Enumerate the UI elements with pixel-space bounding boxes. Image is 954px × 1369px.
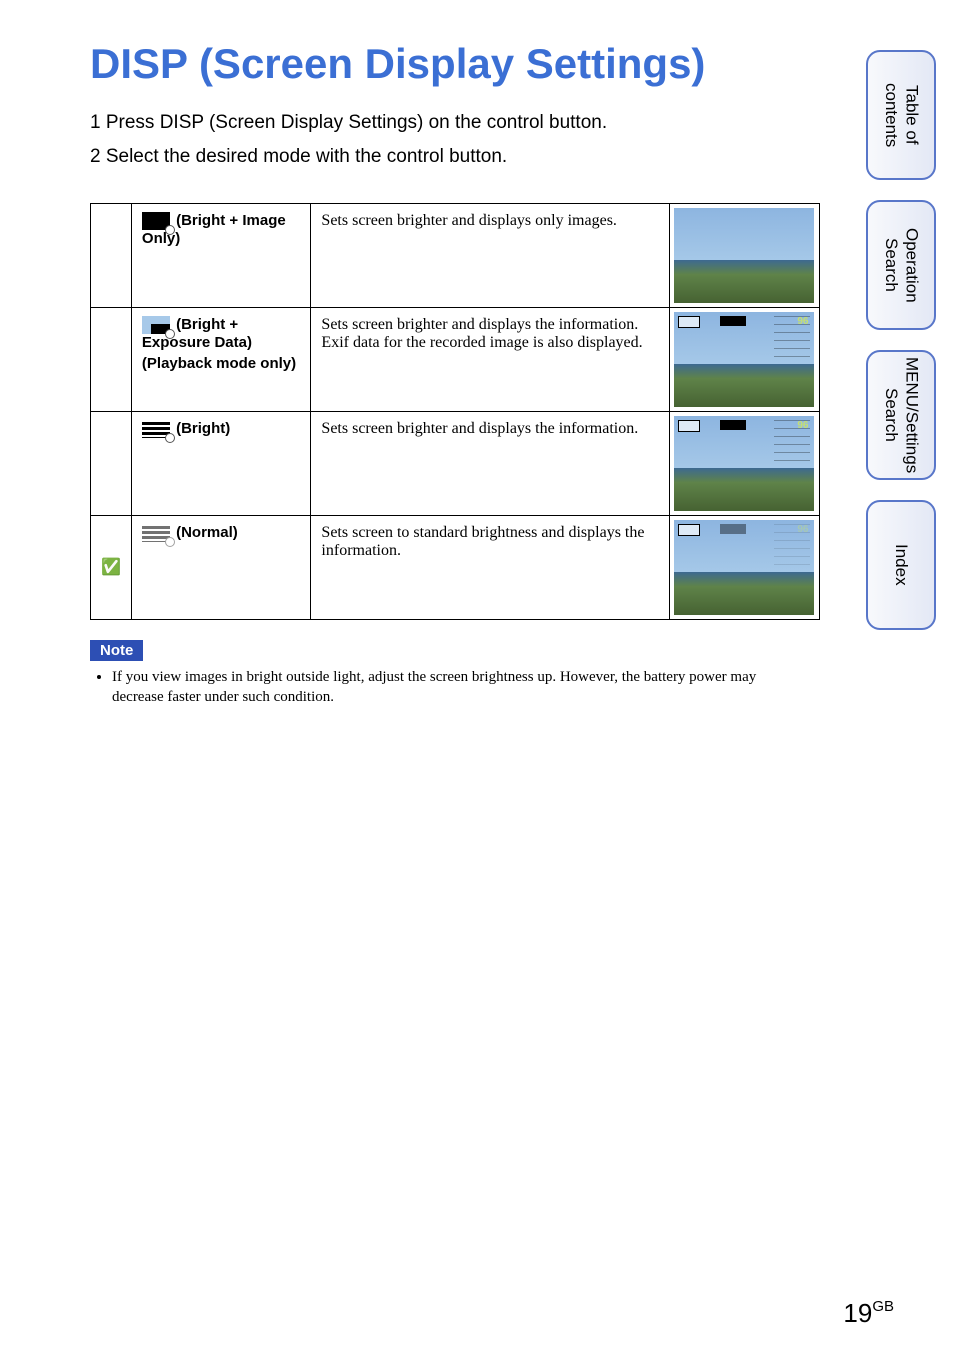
preview-thumbnail: 96 (674, 520, 814, 615)
mode-label-cell: (Normal) (131, 515, 311, 619)
preview-thumbnail: 96 (674, 312, 814, 407)
note-body: If you view images in bright outside lig… (94, 667, 805, 708)
display-settings-table: (Bright + Image Only) Sets screen bright… (90, 203, 820, 620)
tab-label: Table of contents (881, 52, 922, 178)
overlay-counter: 96 (797, 420, 808, 431)
mode-preview-cell: 96 (669, 411, 819, 515)
page-number-value: 19 (843, 1298, 872, 1328)
side-navigation: Table of contents Operation Search MENU/… (866, 50, 936, 650)
mode-description: Sets screen brighter and displays only i… (311, 203, 670, 307)
default-indicator-cell (91, 307, 132, 411)
mode-description: Sets screen to standard brightness and d… (311, 515, 670, 619)
tab-label: Index (891, 544, 911, 586)
page-title: DISP (Screen Display Settings) (90, 40, 805, 88)
table-row: (Bright) Sets screen brighter and displa… (91, 411, 820, 515)
preview-thumbnail (674, 208, 814, 303)
table-row: ✅ (Normal) Sets screen to standard brigh… (91, 515, 820, 619)
tab-label: Operation Search (881, 202, 922, 328)
mode-label-sub: (Playback mode only) (142, 355, 301, 372)
tab-menu-settings-search[interactable]: MENU/Settings Search (866, 350, 936, 480)
mode-label: (Bright) (176, 420, 230, 437)
mode-icon-normal (142, 524, 170, 542)
mode-label: (Normal) (176, 524, 238, 541)
tab-operation-search[interactable]: Operation Search (866, 200, 936, 330)
page-number-suffix: GB (872, 1298, 894, 1315)
step-1: 1 Press DISP (Screen Display Settings) o… (90, 108, 805, 138)
default-indicator-cell (91, 411, 132, 515)
instruction-steps: 1 Press DISP (Screen Display Settings) o… (90, 108, 805, 173)
mode-icon-bright-exposure (142, 316, 170, 334)
mode-preview-cell: 96 (669, 515, 819, 619)
tab-index[interactable]: Index (866, 500, 936, 630)
mode-label-cell: (Bright + Exposure Data) (Playback mode … (131, 307, 311, 411)
mode-label-cell: (Bright + Image Only) (131, 203, 311, 307)
mode-label-cell: (Bright) (131, 411, 311, 515)
overlay-badge (720, 524, 746, 534)
mode-description: Sets screen brighter and displays the in… (311, 411, 670, 515)
table-row: (Bright + Image Only) Sets screen bright… (91, 203, 820, 307)
tab-table-of-contents[interactable]: Table of contents (866, 50, 936, 180)
note-header: Note (90, 640, 143, 661)
mode-icon-bright-image-only (142, 212, 170, 230)
mode-preview-cell: 96 (669, 307, 819, 411)
page-number: 19GB (843, 1298, 894, 1329)
overlay-counter: 96 (797, 316, 808, 327)
overlay-badge (720, 420, 746, 430)
note-item: If you view images in bright outside lig… (112, 667, 805, 708)
mode-icon-bright (142, 420, 170, 438)
step-2: 2 Select the desired mode with the contr… (90, 142, 805, 172)
table-row: (Bright + Exposure Data) (Playback mode … (91, 307, 820, 411)
mode-description: Sets screen brighter and displays the in… (311, 307, 670, 411)
mode-preview-cell (669, 203, 819, 307)
preview-thumbnail: 96 (674, 416, 814, 511)
default-indicator-cell (91, 203, 132, 307)
overlay-badge (720, 316, 746, 326)
default-indicator-cell: ✅ (91, 515, 132, 619)
overlay-counter: 96 (797, 524, 808, 535)
checkmark-icon: ✅ (101, 559, 121, 576)
tab-label: MENU/Settings Search (881, 352, 922, 478)
